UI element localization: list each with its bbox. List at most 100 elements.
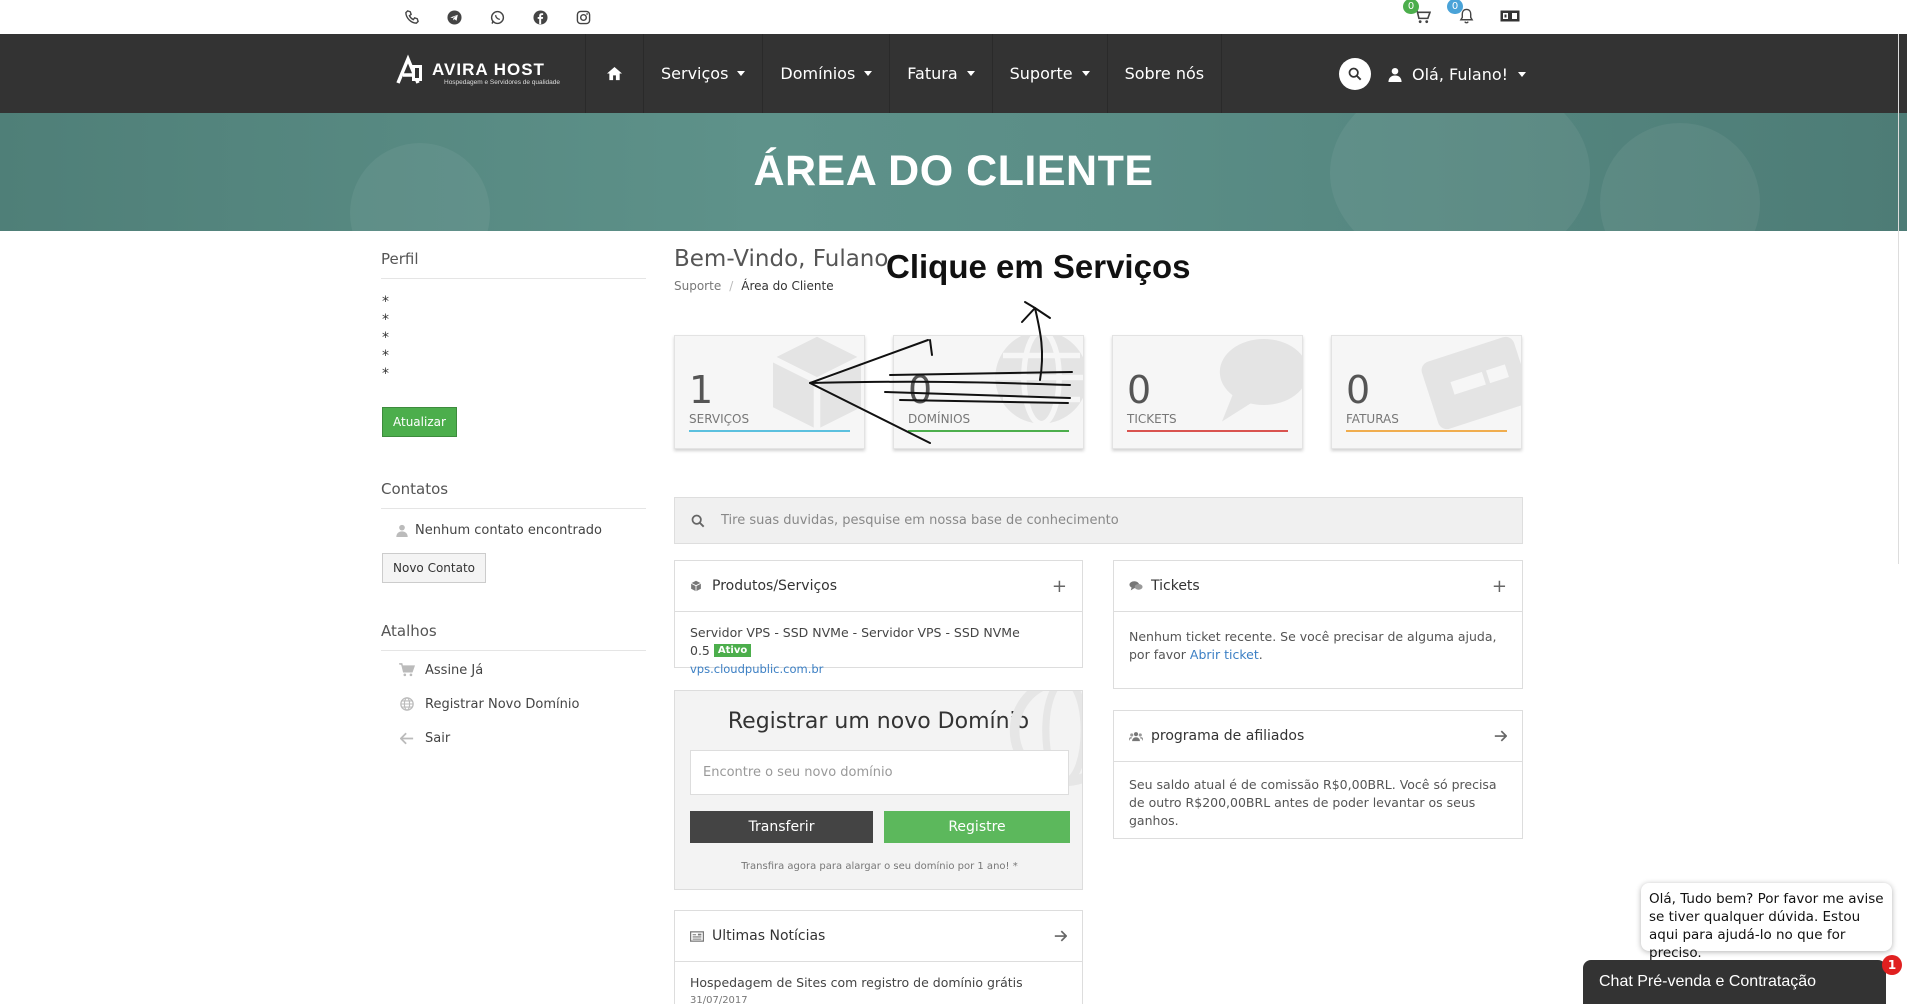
brand-tagline: Hospedagem e Servidores de qualidade bbox=[444, 79, 560, 86]
notifications-count-badge: 0 bbox=[1447, 0, 1463, 14]
telegram-icon[interactable] bbox=[433, 6, 476, 28]
credit-card-icon bbox=[1421, 336, 1521, 430]
chevron-down-icon bbox=[737, 71, 746, 76]
nav-menu: Serviços Domínios Fatura Suporte Sobre n… bbox=[585, 34, 1223, 113]
whatsapp-icon[interactable] bbox=[476, 6, 519, 28]
globe-icon bbox=[995, 336, 1083, 427]
instagram-icon[interactable] bbox=[562, 6, 605, 28]
tickets-empty-end: . bbox=[1258, 647, 1263, 662]
affiliate-balance-text: Seu saldo atual é de comissão R$0,00BRL.… bbox=[1129, 777, 1497, 828]
cube-icon bbox=[771, 336, 863, 430]
shortcuts-title: Atalhos bbox=[381, 622, 646, 651]
news-item-date: 31/07/2017 bbox=[690, 995, 748, 1004]
profile-line: * bbox=[382, 330, 389, 346]
user-menu[interactable]: Olá, Fulano! bbox=[1388, 56, 1527, 92]
tile-label: DOMÍNIOS bbox=[908, 412, 971, 426]
sidebar-contacts: Contatos Nenhum contato encontrado Novo … bbox=[381, 480, 646, 583]
chat-unread-badge: 1 bbox=[1882, 955, 1902, 975]
shortcut-label: Assine Já bbox=[425, 662, 484, 678]
no-contacts-item: Nenhum contato encontrado bbox=[381, 513, 646, 547]
language-button[interactable] bbox=[1499, 4, 1521, 28]
news-panel-header: Ultimas Notícias bbox=[675, 911, 1082, 962]
news-item[interactable]: Hospedagem de Sites com registro de domí… bbox=[675, 962, 1082, 1004]
shortcut-assine-ja[interactable]: Assine Já bbox=[381, 653, 646, 687]
shortcut-sair[interactable]: Sair bbox=[381, 721, 646, 755]
plus-icon[interactable]: + bbox=[1052, 576, 1067, 597]
breadcrumb-suporte[interactable]: Suporte bbox=[674, 279, 721, 293]
product-item[interactable]: Servidor VPS - SSD NVMe - Servidor VPS -… bbox=[675, 612, 1082, 690]
hero-banner: ÁREA DO CLIENTE bbox=[0, 113, 1907, 231]
nav-suporte[interactable]: Suporte bbox=[991, 34, 1107, 113]
tile-label: SERVIÇOS bbox=[689, 412, 750, 426]
tile-count: 0 bbox=[1346, 368, 1371, 412]
arrow-right-icon[interactable] bbox=[1054, 926, 1068, 947]
notifications-button[interactable]: 0 bbox=[1447, 0, 1477, 28]
search-icon bbox=[1348, 67, 1362, 81]
annotation-text: Clique em Serviços bbox=[886, 248, 1191, 285]
globe-icon bbox=[397, 697, 417, 711]
nav-dominios[interactable]: Domínios bbox=[762, 34, 889, 113]
facebook-icon[interactable] bbox=[519, 6, 562, 28]
profile-line: * bbox=[382, 312, 389, 328]
products-panel-header: Produtos/Serviços + bbox=[675, 561, 1082, 612]
plus-icon[interactable]: + bbox=[1492, 576, 1507, 597]
nav-fatura[interactable]: Fatura bbox=[889, 34, 991, 113]
affiliate-panel-title: programa de afiliados bbox=[1151, 728, 1305, 744]
kb-search-placeholder: Tire suas duvidas, pesquise em nossa bas… bbox=[721, 513, 1119, 528]
cart-count-badge: 0 bbox=[1403, 0, 1419, 14]
brand-name: AVIRA HOST bbox=[432, 60, 545, 79]
user-icon bbox=[1388, 67, 1402, 82]
top-bar: 0 0 bbox=[0, 0, 1907, 34]
breadcrumb: Suporte / Área do Cliente bbox=[674, 279, 834, 293]
kb-search-input[interactable]: Tire suas duvidas, pesquise em nossa bas… bbox=[674, 497, 1523, 544]
scroll-edge bbox=[1898, 34, 1899, 564]
main-navbar: AVIRA HOST Hospedagem e Servidores de qu… bbox=[0, 34, 1907, 113]
product-domain-link[interactable]: vps.cloudpublic.com.br bbox=[690, 660, 1067, 678]
transfer-button[interactable]: Transferir bbox=[690, 811, 873, 843]
profile-details: * * * * * bbox=[381, 279, 646, 383]
tile-label: FATURAS bbox=[1346, 412, 1399, 426]
tile-label: TICKETS bbox=[1127, 412, 1177, 426]
profile-line: * bbox=[382, 294, 389, 310]
comment-icon bbox=[1219, 339, 1302, 422]
tickets-panel-title: Tickets bbox=[1151, 578, 1200, 594]
update-profile-button[interactable]: Atualizar bbox=[382, 407, 457, 437]
language-icon bbox=[1500, 10, 1520, 22]
nav-sobre-nos[interactable]: Sobre nós bbox=[1106, 34, 1223, 113]
nav-servicos[interactable]: Serviços bbox=[643, 34, 762, 113]
nav-dominios-label: Domínios bbox=[780, 64, 856, 83]
chat-launcher[interactable]: Chat Pré-venda e Contratação bbox=[1583, 960, 1886, 1004]
tile-tickets[interactable]: 0 TICKETS bbox=[1112, 335, 1303, 449]
affiliate-panel-header: programa de afiliados bbox=[1114, 711, 1522, 762]
domain-search-input[interactable]: Encontre o seu novo domínio bbox=[690, 750, 1069, 795]
breadcrumb-current: Área do Cliente bbox=[741, 279, 834, 293]
affiliate-panel: programa de afiliados Seu saldo atual é … bbox=[1113, 710, 1523, 839]
profile-line: * bbox=[382, 348, 389, 364]
transfer-note: Transfira agora para alargar o seu domín… bbox=[741, 861, 1018, 872]
tile-count: 0 bbox=[908, 368, 933, 412]
shortcut-registrar-dominio[interactable]: Registrar Novo Domínio bbox=[381, 687, 646, 721]
tile-dominios[interactable]: 0 DOMÍNIOS bbox=[893, 335, 1084, 449]
top-actions: 0 0 bbox=[1403, 0, 1521, 28]
cart-button[interactable]: 0 bbox=[1403, 0, 1433, 28]
products-panel: Produtos/Serviços + Servidor VPS - SSD N… bbox=[674, 560, 1083, 676]
register-button[interactable]: Registre bbox=[884, 811, 1070, 843]
tile-faturas[interactable]: 0 FATURAS bbox=[1331, 335, 1522, 449]
tile-underline bbox=[689, 430, 850, 432]
phone-icon[interactable] bbox=[390, 6, 433, 28]
nav-home[interactable] bbox=[585, 34, 643, 113]
new-contact-button[interactable]: Novo Contato bbox=[382, 553, 487, 583]
arrow-right-icon[interactable] bbox=[1494, 726, 1508, 747]
news-item-title: Hospedagem de Sites com registro de domí… bbox=[690, 975, 1023, 990]
register-domain-box: Registrar um novo Domínio Encontre o seu… bbox=[674, 690, 1083, 890]
nav-sobre-nos-label: Sobre nós bbox=[1124, 64, 1205, 83]
tickets-panel-header: Tickets + bbox=[1114, 561, 1522, 612]
tickets-panel: Tickets + Nenhum ticket recente. Se você… bbox=[1113, 560, 1523, 689]
brand-logo[interactable]: AVIRA HOST Hospedagem e Servidores de qu… bbox=[394, 53, 574, 93]
arrow-left-icon bbox=[397, 732, 417, 745]
chat-message-bubble[interactable]: Olá, Tudo bem? Por favor me avise se tiv… bbox=[1641, 883, 1892, 961]
open-ticket-link[interactable]: Abrir ticket bbox=[1190, 647, 1259, 662]
tile-servicos[interactable]: 1 SERVIÇOS bbox=[674, 335, 865, 449]
no-contacts-text: Nenhum contato encontrado bbox=[415, 522, 603, 538]
nav-search-button[interactable] bbox=[1339, 58, 1371, 90]
